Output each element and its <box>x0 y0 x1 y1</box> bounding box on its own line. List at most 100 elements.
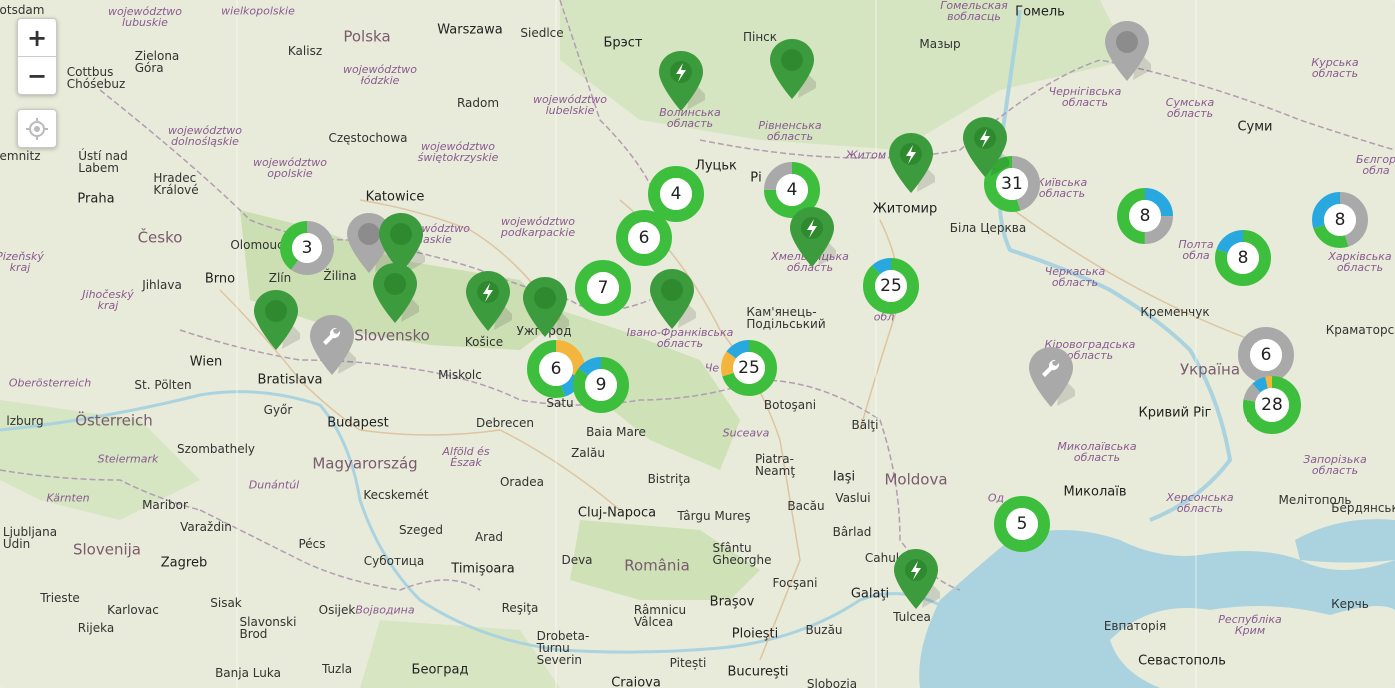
station-marker[interactable] <box>521 276 573 342</box>
place-label: Керчь <box>1331 597 1369 611</box>
place-label: Trieste <box>40 591 80 605</box>
cluster-count: 7 <box>597 278 609 298</box>
station-cluster[interactable]: 9 <box>572 356 630 414</box>
place-label: Rijeka <box>77 621 115 635</box>
station-cluster[interactable]: 7 <box>574 259 632 317</box>
place-label: Slobozia <box>806 677 858 688</box>
station-cluster[interactable]: 8 <box>1311 191 1369 249</box>
place-label: Запорізька область <box>1303 453 1367 477</box>
place-label: Полта обла <box>1178 238 1214 262</box>
dot-icon <box>265 300 287 322</box>
station-cluster[interactable]: 3 <box>279 220 335 276</box>
place-label: Гомельская вобласць <box>940 0 1008 23</box>
locate-button[interactable] <box>18 110 56 147</box>
place-label: Cluj-Napoca <box>577 505 657 521</box>
place-label: St. Pölten <box>134 378 192 392</box>
place-label: Мазыр <box>919 37 961 51</box>
place-label: Bucureşti <box>727 664 789 680</box>
place-label: Брэст <box>603 35 643 51</box>
place-label: Рі <box>750 170 762 186</box>
place-label: Baia Mare <box>586 425 646 439</box>
station-marker[interactable] <box>1103 20 1155 86</box>
cluster-count: 9 <box>595 375 607 395</box>
place-label: Kalisz <box>287 44 323 58</box>
place-label: Österreich <box>75 411 153 430</box>
zoom-out-button[interactable]: − <box>18 56 56 94</box>
place-label: Polska <box>343 27 391 46</box>
station-marker[interactable] <box>252 289 304 355</box>
place-label: Бєлгор обла <box>1355 153 1395 177</box>
place-label: Рівненська область <box>758 119 822 143</box>
place-label: Karlovac <box>107 603 159 617</box>
pin-icon <box>1105 21 1155 81</box>
place-label: Zalău <box>571 446 605 460</box>
place-label: Focşani <box>772 576 818 590</box>
station-marker[interactable] <box>464 270 516 336</box>
place-label: Slovenija <box>72 540 142 559</box>
station-marker[interactable] <box>768 38 820 104</box>
place-label: Deva <box>561 553 593 567</box>
cluster-count: 3 <box>301 238 313 258</box>
place-label: Чернігівська область <box>1048 85 1122 109</box>
pin-icon <box>894 549 944 609</box>
place-label: Drobeta- Turnu Severin <box>536 629 590 667</box>
map-view[interactable]: otsdam Polska Warszawa Siedlce Брэст Пінск Маз… <box>0 0 1395 688</box>
station-marker[interactable] <box>892 548 944 614</box>
place-label: Ústí nad Labem <box>78 149 128 175</box>
cluster-count: 5 <box>1016 514 1028 534</box>
place-label: Sfântu Gheorghe <box>712 541 772 567</box>
place-label: Београд <box>411 662 469 678</box>
place-label: Suceava <box>722 426 770 440</box>
station-marker[interactable] <box>887 132 939 198</box>
cluster-count: 25 <box>880 276 902 296</box>
place-label: Сумська область <box>1165 96 1215 120</box>
station-cluster[interactable]: 28 <box>1242 375 1302 435</box>
place-label: Kecskemét <box>363 488 429 502</box>
station-cluster[interactable]: 5 <box>993 495 1051 553</box>
station-marker[interactable] <box>961 116 1013 182</box>
place-label: Tuzla <box>321 662 353 676</box>
place-label: Brno <box>204 271 236 287</box>
station-cluster[interactable]: 25 <box>720 339 778 397</box>
maintenance-marker[interactable] <box>1027 346 1079 412</box>
place-label: Craiova <box>611 675 661 688</box>
place-label: Војводина <box>355 603 415 617</box>
place-label: Oradea <box>499 475 545 489</box>
zoom-control: + − <box>17 18 57 95</box>
place-label: lzburg <box>6 414 44 428</box>
dot-icon <box>781 49 803 71</box>
place-label: Győr <box>263 403 293 417</box>
dot-icon <box>1116 31 1138 53</box>
place-label: Warszawa <box>437 22 503 38</box>
place-label: Че <box>704 361 720 375</box>
cluster-count: 28 <box>1261 395 1283 415</box>
place-label: Україна <box>1179 360 1241 379</box>
place-label: Ploieşti <box>731 626 779 642</box>
pin-icon <box>254 290 304 350</box>
place-label: România <box>624 556 690 575</box>
pin-icon <box>790 207 840 267</box>
dot-icon <box>661 279 683 301</box>
pin-icon <box>523 277 573 337</box>
cluster-count: 8 <box>1237 248 1249 268</box>
station-cluster[interactable]: 25 <box>862 257 920 315</box>
place-label: emnitz <box>0 149 41 163</box>
cluster-count: 8 <box>1139 206 1151 226</box>
station-marker[interactable] <box>371 262 423 328</box>
station-marker[interactable] <box>657 50 709 116</box>
station-marker[interactable] <box>788 206 840 272</box>
station-cluster[interactable]: 8 <box>1214 229 1272 287</box>
pin-icon <box>650 269 700 329</box>
maintenance-marker[interactable] <box>308 314 360 380</box>
place-label: Sisak <box>210 596 242 610</box>
place-label: Кременчук <box>1140 305 1210 319</box>
pin-icon <box>310 315 360 375</box>
pin-icon <box>1029 347 1079 407</box>
place-label: Біла Церква <box>949 221 1027 235</box>
place-label: Бердянськ <box>1331 501 1395 515</box>
station-marker[interactable] <box>648 268 700 334</box>
station-cluster[interactable]: 8 <box>1116 187 1174 245</box>
place-label: Евпаторія <box>1103 619 1167 633</box>
zoom-in-button[interactable]: + <box>18 19 56 56</box>
locate-control <box>17 109 57 148</box>
